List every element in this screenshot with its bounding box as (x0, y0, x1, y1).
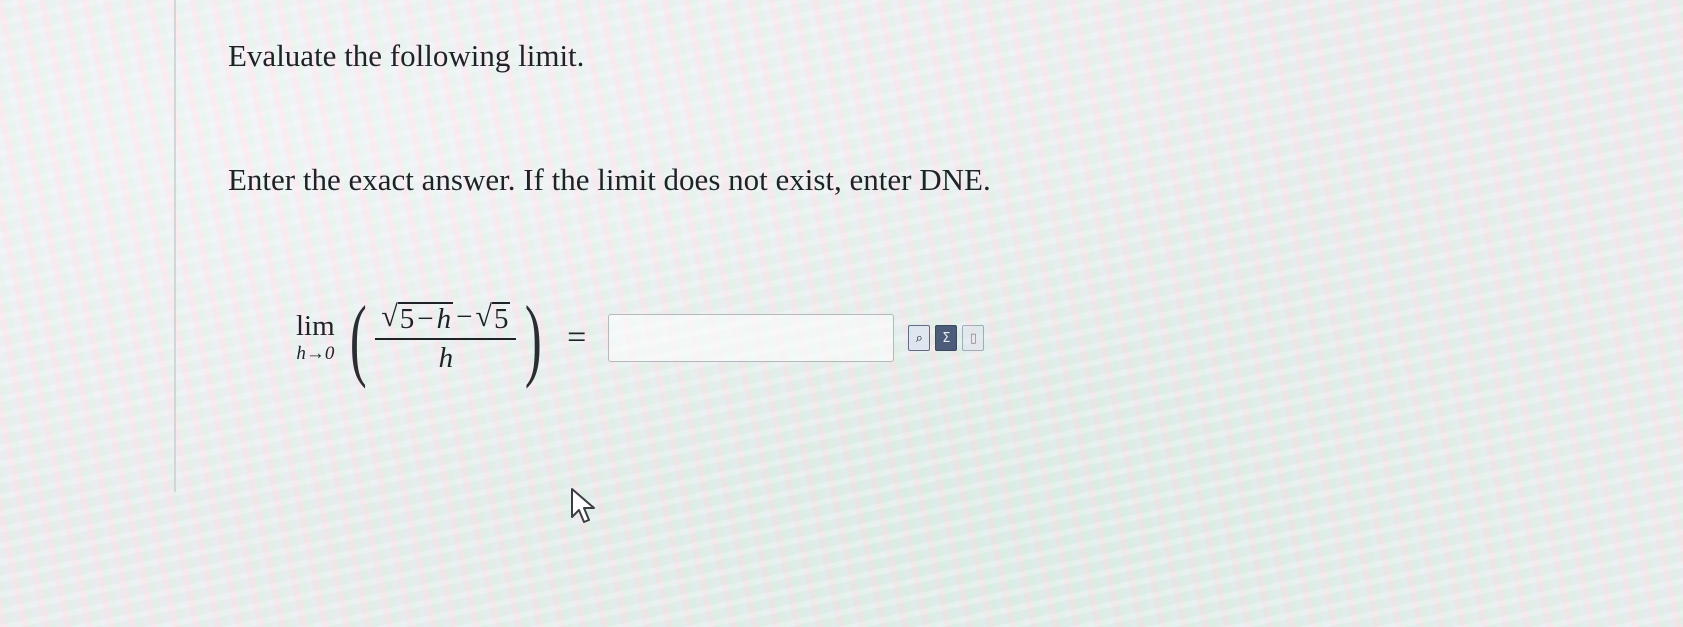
numerator-minus: − (456, 301, 473, 333)
left-divider (174, 0, 176, 492)
limit-expression: lim h→0 ( √ 5− h − √ 5 h ) = ⌕ Σ ▯ (296, 287, 985, 389)
right-paren: ) (525, 287, 543, 389)
left-paren: ( (349, 287, 367, 389)
equals-sign: = (567, 319, 587, 356)
answer-input[interactable] (608, 314, 895, 362)
second-square-root: √ 5 (476, 300, 511, 334)
lim-subscript: h→0 (296, 343, 335, 364)
radicand-minus: − (417, 303, 434, 335)
radicand-variable: h (436, 303, 452, 335)
fraction-denominator: h (438, 342, 454, 374)
sum-editor-icon[interactable]: Σ (935, 325, 958, 351)
question-panel: Evaluate the following limit. Enter the … (228, 36, 1643, 200)
limit-operator: lim h→0 (296, 311, 335, 365)
answer-toolbar: ⌕ Σ ▯ (908, 325, 985, 351)
answer-instructions: Enter the exact answer. If the limit doe… (228, 162, 991, 197)
question-prompt: Evaluate the following limit. (228, 38, 585, 73)
lim-label: lim (296, 310, 335, 342)
first-square-root: √ 5− h (381, 300, 454, 335)
radical-sign: √ (475, 300, 492, 333)
first-radicand: 5− h (397, 302, 454, 335)
radical-sign: √ (381, 300, 398, 333)
radicand-number: 5 (399, 303, 415, 335)
second-radicand: 5 (491, 302, 511, 335)
fraction: √ 5− h − √ 5 h (375, 300, 517, 376)
help-document-icon[interactable]: ▯ (962, 325, 985, 351)
equation-editor-icon[interactable]: ⌕ (908, 325, 931, 351)
mouse-pointer-icon (571, 488, 595, 523)
fraction-numerator: √ 5− h − √ 5 (375, 300, 516, 338)
